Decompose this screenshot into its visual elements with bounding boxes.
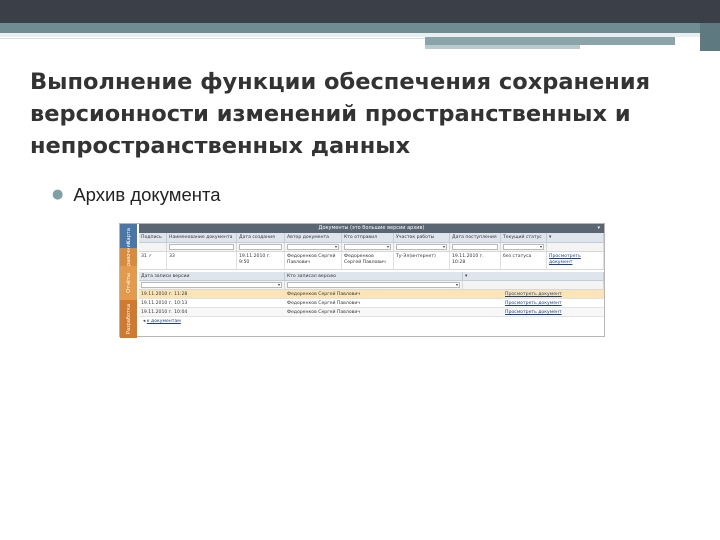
dropdown-arrow-icon: ▾	[277, 282, 280, 287]
version-date: 19.11.2010 г. 10:04	[141, 310, 188, 315]
dropdown-arrow-icon: ▾	[386, 244, 389, 249]
panel-title: Документы (это большие версии архив) ▾	[139, 224, 604, 233]
view-document-link[interactable]: Просмотреть документ	[547, 252, 604, 269]
cell-author: Федоренков Сергей Павлович	[285, 252, 342, 269]
header-band-right-thin	[425, 45, 580, 49]
version-row[interactable]: 19.11.2010 г. 10:04 Федоренков Сергей Па…	[139, 308, 604, 317]
slide-title: Выполнение функции обеспечения сохранени…	[30, 69, 651, 159]
bullet-text: Архив документа	[73, 184, 221, 205]
bullet-item: ● Архив документа	[52, 184, 221, 206]
cell-name: 33	[167, 252, 237, 269]
version-date: 19.11.2010 г. 11:28	[141, 292, 188, 297]
filter-name-input[interactable]	[169, 244, 234, 250]
version-date: 19.11.2010 г. 10:13	[141, 301, 188, 306]
header-band-dark	[0, 0, 720, 23]
filter-created-input[interactable]	[239, 244, 282, 250]
table-row[interactable]: 31 ✓ 33 19.11.2010 г. 9:50 Федоренков Се…	[139, 252, 604, 270]
version-user: Федоренков Сергей Павлович	[287, 292, 361, 297]
panel-menu-icon[interactable]: ▾	[597, 224, 600, 233]
documents-panel: Документы (это большие версии архив) ▾ П…	[139, 224, 604, 338]
col-header-status[interactable]: Текущий статус	[501, 233, 547, 242]
documents-grid-header: Подпись Наименование документа Дата созд…	[139, 233, 604, 243]
view-version-link[interactable]: Просмотреть документ	[503, 290, 604, 298]
col-header-sender[interactable]: Кто отправил	[342, 233, 394, 242]
filter-received-input[interactable]	[452, 244, 498, 250]
versions-filter-row: ▾ ▾	[139, 281, 604, 290]
header-band-line	[0, 38, 425, 39]
dropdown-arrow-icon: ▾	[442, 244, 445, 249]
col-header-created[interactable]: Дата создания	[237, 233, 285, 242]
filter-sender-select[interactable]: ▾	[344, 244, 391, 250]
back-arrow-icon: ◂	[143, 319, 146, 324]
cell-created: 19.11.2010 г. 9:50	[237, 252, 285, 269]
dropdown-arrow-icon: ▾	[455, 282, 458, 287]
header-band-corner	[700, 23, 720, 51]
header-band-teal	[0, 23, 720, 33]
side-tabs: Карта Справочник Отчёты Разработка	[120, 224, 137, 338]
col-header-area[interactable]: Участок работы	[394, 233, 450, 242]
view-version-link[interactable]: Просмотреть документ	[503, 299, 604, 307]
app-screenshot: Карта Справочник Отчёты Разработка Докум…	[119, 223, 605, 338]
filter-status-select[interactable]: ▾	[503, 244, 544, 250]
col-header-version-menu-icon[interactable]: ▾	[463, 272, 604, 280]
version-row[interactable]: 19.11.2010 г. 11:28 Федоренков Сергей Па…	[139, 290, 604, 299]
dropdown-arrow-icon: ▾	[539, 244, 542, 249]
filter-author-select[interactable]: ▾	[287, 244, 339, 250]
bullet-dot-icon: ●	[52, 187, 64, 202]
version-user: Федоренков Сергей Павлович	[287, 301, 361, 306]
col-header-name[interactable]: Наименование документа	[167, 233, 237, 242]
back-to-documents[interactable]: ◂ к документам	[139, 317, 604, 326]
col-header-menu-icon[interactable]: ▾	[547, 233, 604, 242]
col-header-version-user[interactable]: Кто записал версию	[285, 272, 463, 280]
filter-version-user-select[interactable]: ▾	[287, 282, 460, 288]
cell-area: Ту-Эл(интернет)	[394, 252, 450, 269]
side-tab-reference[interactable]: Справочник	[120, 241, 137, 273]
versions-grid-header: Дата записи версии Кто записал версию ▾	[139, 272, 604, 281]
col-header-signature[interactable]: Подпись	[139, 233, 167, 242]
cell-status: без статуса	[501, 252, 547, 269]
col-header-version-date[interactable]: Дата записи версии	[139, 272, 285, 280]
version-user: Федоренков Сергей Павлович	[287, 310, 361, 315]
header-band-right	[425, 37, 675, 45]
col-header-received[interactable]: Дата поступления	[450, 233, 501, 242]
side-tab-reports[interactable]: Отчёты	[120, 266, 137, 300]
side-tab-development[interactable]: Разработка	[120, 300, 137, 338]
cell-received: 19.11.2010 г. 10:28	[450, 252, 501, 269]
cell-sender: Федоренков Сергей Павлович	[342, 252, 394, 269]
cell-signature: 31 ✓	[139, 252, 167, 269]
view-version-link[interactable]: Просмотреть документ	[503, 308, 604, 316]
filter-version-date-select[interactable]: ▾	[141, 282, 282, 288]
documents-filter-row: ▾ ▾ ▾ ▾	[139, 243, 604, 252]
filter-area-select[interactable]: ▾	[396, 244, 447, 250]
col-header-author[interactable]: Автор документа	[285, 233, 342, 242]
back-to-documents-link[interactable]: к документам	[147, 319, 181, 324]
version-row[interactable]: 19.11.2010 г. 10:13 Федоренков Сергей Па…	[139, 299, 604, 308]
dropdown-arrow-icon: ▾	[334, 244, 337, 249]
